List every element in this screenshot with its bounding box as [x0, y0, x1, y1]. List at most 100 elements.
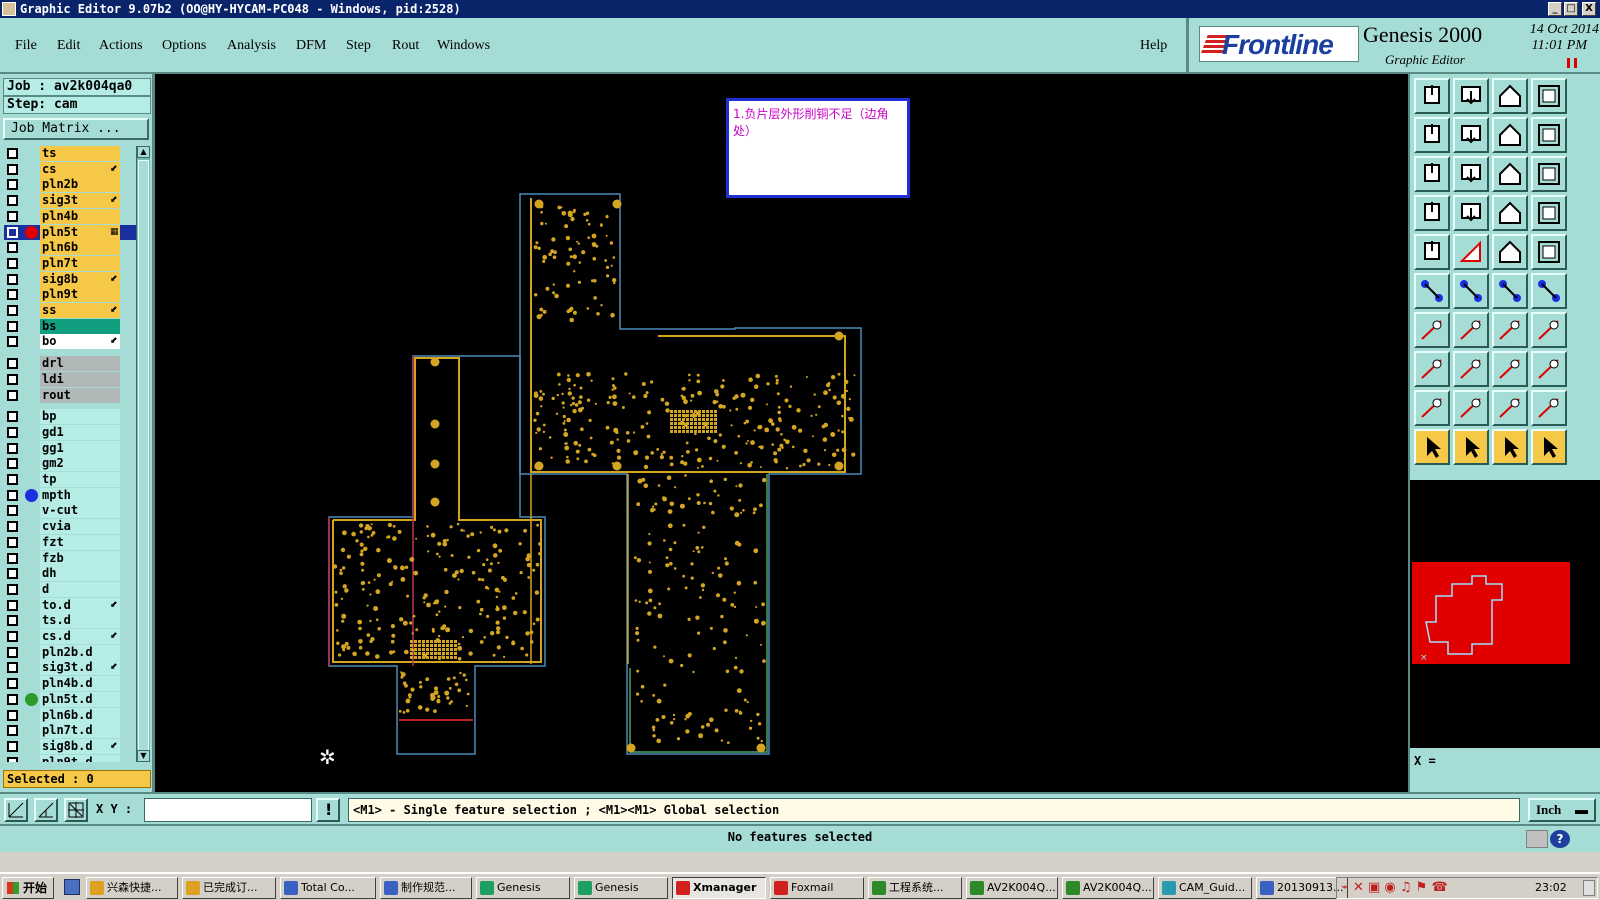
unit-selector[interactable]: Inch ▬: [1528, 798, 1596, 822]
warning-icon[interactable]: !: [316, 798, 340, 822]
snap-button[interactable]: [1531, 195, 1567, 231]
dot-button[interactable]: [1531, 234, 1567, 270]
layer-row-gm2[interactable]: gm2: [4, 456, 136, 472]
layer-row-bp[interactable]: bp: [4, 409, 136, 425]
triangle2-button[interactable]: [1453, 390, 1489, 426]
line-point-button[interactable]: [1492, 273, 1528, 309]
layer-checkbox[interactable]: [7, 536, 18, 548]
layer-name[interactable]: ts: [40, 146, 120, 161]
layer-row-cs[interactable]: cs ⬋: [4, 161, 136, 177]
layer-name[interactable]: pln2b.d: [40, 644, 120, 660]
show-desktop-icon[interactable]: [64, 879, 80, 895]
menu-windows[interactable]: Windows: [437, 38, 490, 54]
layer-name[interactable]: pln6b.d: [40, 707, 120, 723]
layer-row-pln5t[interactable]: pln5t ▦: [4, 224, 136, 240]
layer-checkbox[interactable]: [7, 273, 18, 285]
layer-name[interactable]: pln5t.d: [40, 691, 120, 707]
start-button[interactable]: 开始: [2, 877, 54, 899]
layer-name[interactable]: pln6b: [40, 240, 120, 256]
menu-file[interactable]: File: [15, 38, 37, 54]
layer-checkbox[interactable]: [7, 242, 18, 254]
taskbar-item[interactable]: Xmanager: [672, 877, 766, 899]
taskbar-item[interactable]: Foxmail: [770, 877, 864, 899]
layer-name[interactable]: bo: [40, 334, 120, 350]
layer-name[interactable]: gd1: [40, 424, 120, 440]
layer-checkbox[interactable]: [7, 305, 18, 316]
layer-row-pln2b.d[interactable]: pln2b.d: [4, 644, 136, 660]
layer-name[interactable]: fzb: [40, 550, 120, 566]
menu-help[interactable]: Help: [1140, 38, 1167, 54]
layer-row-v-cut[interactable]: v-cut: [4, 503, 136, 519]
dash-button[interactable]: [1453, 351, 1489, 387]
slash-button[interactable]: [1453, 312, 1489, 348]
arc-button[interactable]: [1492, 312, 1528, 348]
triangle4-button[interactable]: [1531, 390, 1567, 426]
layer-name[interactable]: drl: [40, 356, 120, 372]
layer-row-to.d[interactable]: to.d ⬋: [4, 597, 136, 613]
one-to-one-button[interactable]: [1492, 156, 1528, 192]
scroll-down-icon[interactable]: ▼: [137, 750, 150, 762]
layer-name[interactable]: pln4b.d: [40, 676, 120, 692]
home-button[interactable]: [1492, 78, 1528, 114]
put-button[interactable]: [1414, 78, 1450, 114]
layer-checkbox[interactable]: [7, 289, 18, 301]
layer-name[interactable]: cs.d: [40, 629, 120, 644]
layer-row-bo[interactable]: bo ⬋: [4, 334, 136, 350]
layer-row-rout[interactable]: rout: [4, 387, 136, 403]
menu-rout[interactable]: Rout: [392, 38, 419, 54]
layer-checkbox[interactable]: [7, 426, 18, 438]
layer-name[interactable]: fzt: [40, 534, 120, 550]
show-desktop-button[interactable]: [1583, 880, 1595, 896]
group-button[interactable]: [1531, 351, 1567, 387]
layer-checkbox[interactable]: [7, 678, 18, 690]
snap-center-icon[interactable]: [64, 798, 88, 822]
undo-zoom-button[interactable]: [1492, 117, 1528, 153]
taskbar-item[interactable]: AV2K004Q...: [1062, 877, 1154, 899]
layer-name[interactable]: sig8b.d: [40, 738, 120, 754]
line-point2-button[interactable]: [1531, 273, 1567, 309]
layer-name[interactable]: pln9t.d: [40, 754, 120, 762]
layer-row-fzb[interactable]: fzb: [4, 550, 136, 566]
layer-row-sig8b.d[interactable]: sig8b.d ⬋: [4, 738, 136, 754]
pad-button[interactable]: [1414, 234, 1450, 270]
layer-name[interactable]: sig3t: [40, 193, 120, 209]
layer-checkbox[interactable]: [7, 389, 18, 401]
net-button[interactable]: [1492, 195, 1528, 231]
layer-name[interactable]: cs: [40, 161, 120, 177]
layer-checkbox[interactable]: [7, 740, 18, 752]
layer-name[interactable]: mpth: [40, 487, 120, 503]
layer-row-sig3t[interactable]: sig3t ⬋: [4, 193, 136, 209]
layer-checkbox[interactable]: [7, 474, 18, 485]
layer-row-pln7t.d[interactable]: pln7t.d: [4, 723, 136, 739]
layer-checkbox[interactable]: [7, 615, 18, 627]
menu-analysis[interactable]: Analysis: [227, 38, 276, 54]
layer-checkbox[interactable]: [7, 725, 18, 737]
overview-board-thumbnail[interactable]: ×: [1412, 562, 1570, 664]
layer-row-d[interactable]: d: [4, 581, 136, 597]
pan-right-button[interactable]: [1453, 117, 1489, 153]
menu-options[interactable]: Options: [162, 38, 206, 54]
layer-name[interactable]: pln5t: [40, 224, 120, 240]
layer-name[interactable]: pln4b: [40, 208, 120, 224]
zoom-fit-button[interactable]: [1414, 156, 1450, 192]
layer-checkbox[interactable]: [7, 599, 18, 611]
layer-checkbox[interactable]: [7, 756, 18, 762]
layer-row-ts.d[interactable]: ts.d: [4, 613, 136, 629]
layer-row-drl[interactable]: drl: [4, 356, 136, 372]
layer-row-ts[interactable]: ts: [4, 146, 136, 161]
taskbar-item[interactable]: 20130913...: [1256, 877, 1348, 899]
layer-row-pln9t[interactable]: pln9t: [4, 287, 136, 303]
maximize-button[interactable]: □: [1564, 2, 1578, 16]
layer-name[interactable]: ts.d: [40, 613, 120, 629]
layer-row-sig3t.d[interactable]: sig3t.d ⬋: [4, 660, 136, 676]
layer-name[interactable]: gg1: [40, 440, 120, 456]
pointer4-button[interactable]: [1531, 429, 1567, 465]
layer-checkbox[interactable]: [7, 521, 18, 533]
layer-checkbox[interactable]: [7, 210, 18, 222]
layer-row-mpth[interactable]: mpth: [4, 487, 136, 503]
layer-row-tp[interactable]: tp: [4, 472, 136, 487]
graphic-canvas[interactable]: ✲ 1.负片层外形削铜不足（边角处）: [155, 74, 1408, 792]
help-circle-icon[interactable]: ?: [1550, 830, 1570, 848]
menu-actions[interactable]: Actions: [99, 38, 143, 54]
layer-checkbox[interactable]: [7, 693, 18, 705]
